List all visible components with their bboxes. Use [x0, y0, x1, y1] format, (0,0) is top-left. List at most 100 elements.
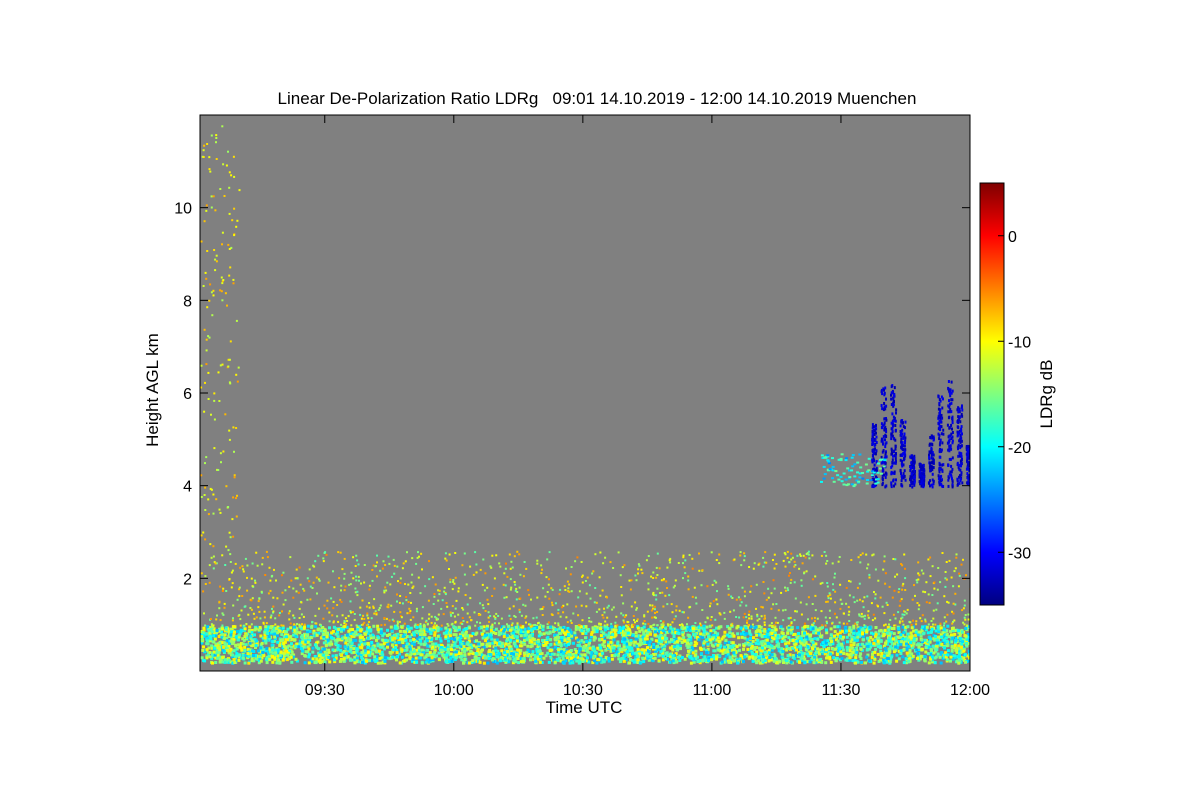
- lidar-cell: [765, 598, 768, 601]
- lidar-cell: [960, 645, 963, 649]
- lidar-cell: [389, 625, 393, 629]
- lidar-cell: [583, 653, 587, 657]
- lidar-cell: [271, 640, 275, 644]
- lidar-cell: [636, 658, 640, 662]
- lidar-cell: [588, 638, 592, 642]
- lidar-cell: [921, 614, 924, 617]
- lidar-cell: [270, 643, 274, 647]
- lidar-cell: [633, 619, 635, 621]
- lidar-cell: [816, 617, 819, 620]
- lidar-cell: [891, 596, 894, 599]
- lidar-cell: [409, 653, 413, 657]
- lidar-cell: [748, 617, 751, 620]
- lidar-cell: [899, 642, 903, 646]
- lidar-cell: [852, 624, 856, 628]
- lidar-cell: [236, 638, 240, 642]
- lidar-cell: [493, 641, 497, 645]
- lidar-cell: [887, 652, 891, 656]
- lidar-cell: [221, 624, 224, 627]
- lidar-cell: [383, 589, 386, 592]
- lidar-cell: [358, 635, 362, 639]
- lidar-cell: [590, 651, 594, 655]
- lidar-cell: [225, 590, 228, 592]
- lidar-cell: [221, 648, 225, 652]
- lidar-cell: [842, 622, 845, 625]
- lidar-cell: [854, 661, 857, 665]
- lidar-cell: [328, 626, 331, 630]
- lidar-cell: [462, 645, 466, 649]
- lidar-cell: [951, 644, 955, 648]
- lidar-cell: [828, 655, 832, 659]
- lidar-cell: [914, 633, 918, 637]
- lidar-cell: [378, 607, 381, 609]
- lidar-cell: [516, 623, 519, 626]
- lidar-cell: [845, 602, 848, 605]
- lidar-cell: [549, 625, 553, 629]
- lidar-cell: [655, 566, 658, 569]
- lidar-cell: [458, 638, 462, 642]
- lidar-cell: [551, 626, 555, 630]
- lidar-cell: [391, 655, 395, 659]
- lidar-cell: [537, 649, 541, 653]
- lidar-cell: [887, 636, 891, 640]
- lidar-cell: [510, 586, 513, 589]
- lidar-cell: [343, 589, 346, 592]
- lidar-cell: [567, 652, 571, 656]
- lidar-cell: [450, 659, 454, 663]
- lidar-cell: [427, 617, 430, 620]
- lidar-cell: [772, 559, 774, 561]
- lidar-cell: [915, 643, 919, 647]
- lidar-cell: [653, 630, 657, 634]
- lidar-cell: [710, 551, 713, 554]
- lidar-cell: [786, 654, 790, 658]
- lidar-cell: [808, 634, 812, 638]
- lidar-cell: [655, 576, 658, 579]
- lidar-cell: [410, 581, 413, 584]
- lidar-cell: [428, 651, 432, 655]
- lidar-cell: [795, 648, 798, 652]
- lidar-cell: [863, 617, 866, 620]
- lidar-cell: [773, 567, 776, 570]
- lidar-cell: [433, 593, 436, 595]
- lidar-cell: [371, 648, 375, 652]
- lidar-cell: [402, 624, 405, 627]
- lidar-cell: [901, 564, 904, 567]
- lidar-cell: [518, 611, 521, 614]
- lidar-cell: [374, 658, 378, 662]
- lidar-cell: [490, 625, 494, 629]
- lidar-cell: [290, 660, 294, 664]
- lidar-cell: [541, 614, 544, 616]
- lidar-cell: [626, 645, 630, 649]
- lidar-cell: [840, 642, 844, 646]
- lidar-cell: [466, 647, 470, 651]
- lidar-cell: [585, 605, 588, 608]
- lidar-cell: [380, 631, 383, 635]
- lidar-cell: [715, 657, 718, 661]
- lidar-cell: [903, 613, 906, 616]
- lidar-cell: [743, 655, 746, 659]
- lidar-cell: [582, 645, 586, 648]
- lidar-cell: [282, 624, 285, 627]
- lidar-cell: [515, 645, 519, 649]
- lidar-cell: [440, 648, 443, 652]
- lidar-cell: [953, 570, 956, 573]
- lidar-cell: [854, 656, 858, 660]
- lidar-cell: [353, 630, 357, 634]
- lidar-cell: [786, 587, 789, 590]
- lidar-cell: [444, 626, 448, 630]
- lidar-cell: [610, 657, 614, 661]
- lidar-cell: [672, 645, 676, 649]
- lidar-cell: [656, 611, 659, 613]
- lidar-cell: [482, 558, 485, 561]
- lidar-cell: [526, 630, 530, 634]
- lidar-cell: [205, 648, 209, 652]
- lidar-cell: [803, 639, 807, 643]
- lidar-cell: [713, 631, 717, 634]
- lidar-cell: [337, 627, 341, 631]
- lidar-cell: [902, 631, 906, 635]
- lidar-cell: [824, 616, 827, 619]
- lidar-cell: [482, 645, 486, 649]
- lidar-cell: [967, 618, 970, 621]
- lidar-cell: [386, 642, 390, 646]
- lidar-cell: [937, 567, 940, 569]
